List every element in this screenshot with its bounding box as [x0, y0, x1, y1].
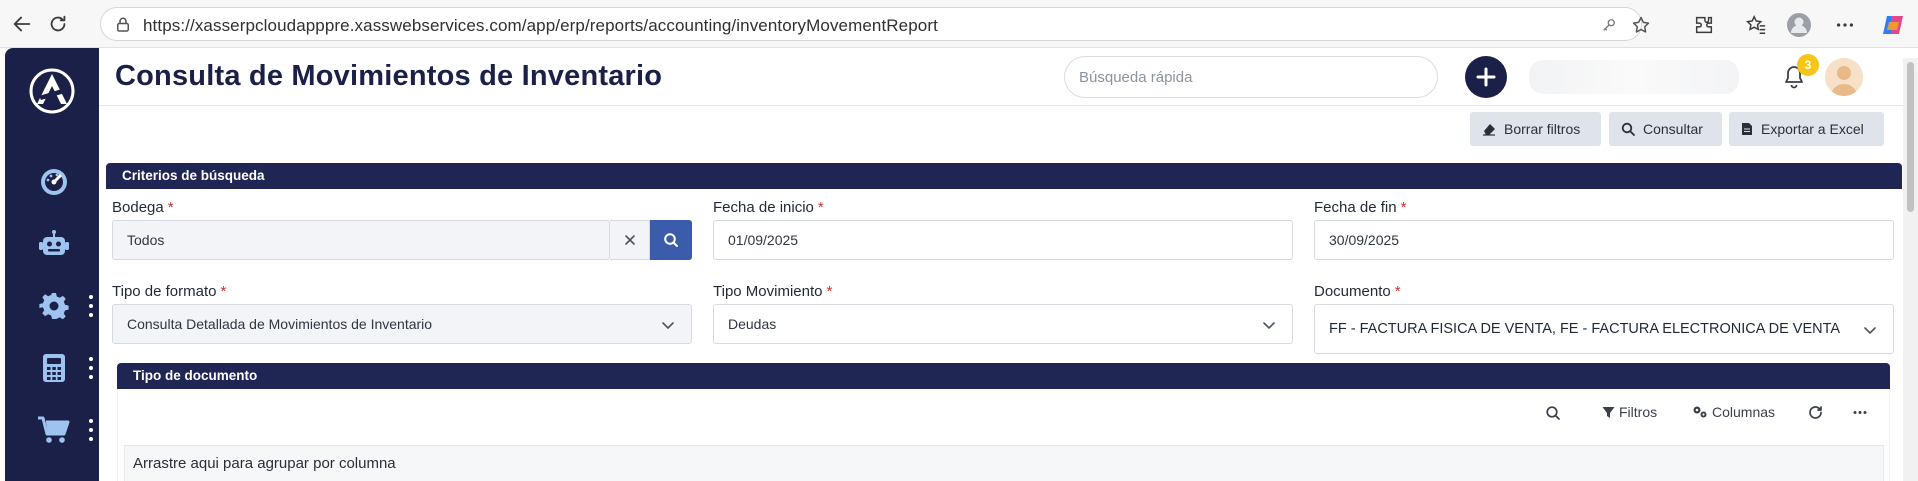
tipo-formato-label: Tipo de formato *: [112, 283, 226, 300]
search-icon: [664, 233, 678, 247]
query-button[interactable]: Consultar: [1609, 112, 1722, 146]
document-type-panel: Filtros Columnas Arrastre aqui para agru…: [117, 389, 1890, 481]
grid-filters-button[interactable]: Filtros: [1602, 404, 1657, 420]
required-marker: *: [220, 283, 227, 300]
tipo-formato-value: Consulta Detallada de Movimientos de Inv…: [127, 316, 433, 332]
criteria-section-header: Criterios de búsqueda: [106, 163, 1902, 189]
group-drop-area[interactable]: Arrastre aqui para agrupar por columna: [124, 445, 1884, 481]
required-marker: *: [817, 199, 824, 216]
clear-filters-label: Borrar filtros: [1504, 121, 1581, 137]
search-icon: [1621, 122, 1635, 136]
required-marker: *: [826, 283, 833, 300]
fecha-inicio-input[interactable]: 01/09/2025: [713, 220, 1293, 260]
site-info-icon[interactable]: [113, 15, 133, 35]
cart-menu-dots-icon[interactable]: [88, 419, 94, 441]
chevron-down-icon: [1864, 327, 1876, 335]
tipo-movimiento-label: Tipo Movimiento *: [713, 283, 832, 300]
required-marker: *: [167, 199, 174, 216]
main-content: Consulta de Movimientos de Inventario 3 …: [99, 48, 1918, 481]
gears-icon: [1693, 406, 1707, 418]
url-text[interactable]: https://xasserpcloudapppre.xasswebservic…: [143, 16, 938, 36]
tipo-formato-label-text: Tipo de formato: [112, 283, 217, 300]
avatar[interactable]: [1825, 58, 1863, 96]
page-header: Consulta de Movimientos de Inventario 3: [99, 48, 1918, 106]
fecha-fin-value: 30/09/2025: [1329, 232, 1400, 248]
tipo-formato-select[interactable]: Consulta Detallada de Movimientos de Inv…: [112, 304, 692, 344]
refresh-icon[interactable]: [1808, 405, 1823, 425]
quick-search-input[interactable]: [1064, 56, 1438, 98]
chevron-down-icon: [662, 322, 674, 330]
chevron-down-icon: [1263, 322, 1275, 330]
calculator-icon[interactable]: [36, 350, 72, 386]
search-bodega-button[interactable]: [650, 220, 692, 260]
grid-columns-label: Columnas: [1712, 404, 1776, 420]
required-marker: *: [1394, 283, 1401, 300]
query-label: Consultar: [1643, 121, 1703, 137]
documento-value: FF - FACTURA FISICA DE VENTA, FE - FACTU…: [1329, 321, 1841, 337]
tipo-movimiento-label-text: Tipo Movimiento: [713, 283, 823, 300]
action-toolbar: Borrar filtros Consultar Exportar a Exce…: [99, 106, 1918, 158]
robot-icon[interactable]: [36, 226, 72, 262]
gear-menu-dots-icon[interactable]: [88, 295, 94, 317]
page-title: Consulta de Movimientos de Inventario: [115, 60, 663, 92]
clear-filters-button[interactable]: Borrar filtros: [1470, 112, 1601, 146]
fecha-fin-label-text: Fecha de fin: [1314, 199, 1397, 216]
bodega-value: Todos: [127, 232, 165, 248]
fecha-inicio-value: 01/09/2025: [728, 232, 799, 248]
profile-icon[interactable]: [1786, 12, 1812, 38]
back-icon[interactable]: [8, 10, 36, 38]
fecha-fin-input[interactable]: 30/09/2025: [1314, 220, 1894, 260]
app-shell: Consulta de Movimientos de Inventario 3 …: [5, 48, 1918, 481]
copilot-icon[interactable]: [1880, 12, 1906, 38]
required-marker: *: [1400, 199, 1407, 216]
cart-icon[interactable]: [36, 412, 72, 448]
more-icon[interactable]: [1832, 12, 1858, 38]
clear-bodega-button[interactable]: [610, 220, 650, 260]
grid-columns-button[interactable]: Columnas: [1692, 404, 1775, 420]
documento-label: Documento *: [1314, 283, 1401, 300]
scrollbar-thumb[interactable]: [1907, 62, 1914, 212]
favorites-icon[interactable]: [1743, 12, 1769, 38]
export-excel-button[interactable]: Exportar a Excel: [1729, 112, 1884, 146]
tipo-movimiento-select[interactable]: Deudas: [713, 304, 1293, 344]
bodega-label: Bodega *: [112, 199, 174, 216]
tipo-movimiento-value: Deudas: [728, 316, 777, 332]
address-bar[interactable]: https://xasserpcloudapppre.xasswebservic…: [100, 7, 1650, 41]
notification-badge: 3: [1797, 54, 1819, 76]
user-info: [1529, 60, 1739, 94]
dashboard-icon[interactable]: [36, 164, 72, 200]
documento-select[interactable]: FF - FACTURA FISICA DE VENTA, FE - FACTU…: [1314, 304, 1894, 354]
export-excel-label: Exportar a Excel: [1761, 121, 1864, 137]
calculator-menu-dots-icon[interactable]: [88, 357, 94, 379]
key-icon[interactable]: [1599, 15, 1619, 35]
fecha-inicio-label: Fecha de inicio *: [713, 199, 824, 216]
sidebar: [5, 48, 99, 481]
grid-more-icon[interactable]: [1852, 405, 1868, 425]
grid-search-icon[interactable]: [1545, 405, 1561, 426]
scrollbar[interactable]: [1903, 58, 1918, 481]
fecha-fin-label: Fecha de fin *: [1314, 199, 1406, 216]
gear-icon[interactable]: [36, 288, 72, 324]
logo[interactable]: [29, 68, 75, 114]
file-icon: [1742, 123, 1752, 135]
extensions-icon[interactable]: [1691, 12, 1717, 38]
star-icon[interactable]: [1631, 15, 1651, 35]
browser-toolbar: https://xasserpcloudapppre.xasswebservic…: [0, 0, 1918, 48]
fecha-inicio-label-text: Fecha de inicio: [713, 199, 814, 216]
filter-icon: [1602, 406, 1615, 418]
documento-label-text: Documento: [1314, 283, 1391, 300]
bodega-field[interactable]: Todos: [112, 220, 610, 260]
eraser-icon: [1483, 124, 1495, 136]
document-type-section-header: Tipo de documento: [117, 363, 1890, 389]
close-icon: [624, 235, 635, 245]
grid-filters-label: Filtros: [1619, 404, 1658, 420]
reload-icon[interactable]: [44, 10, 72, 38]
bodega-label-text: Bodega: [112, 199, 164, 216]
add-button[interactable]: [1465, 56, 1507, 98]
